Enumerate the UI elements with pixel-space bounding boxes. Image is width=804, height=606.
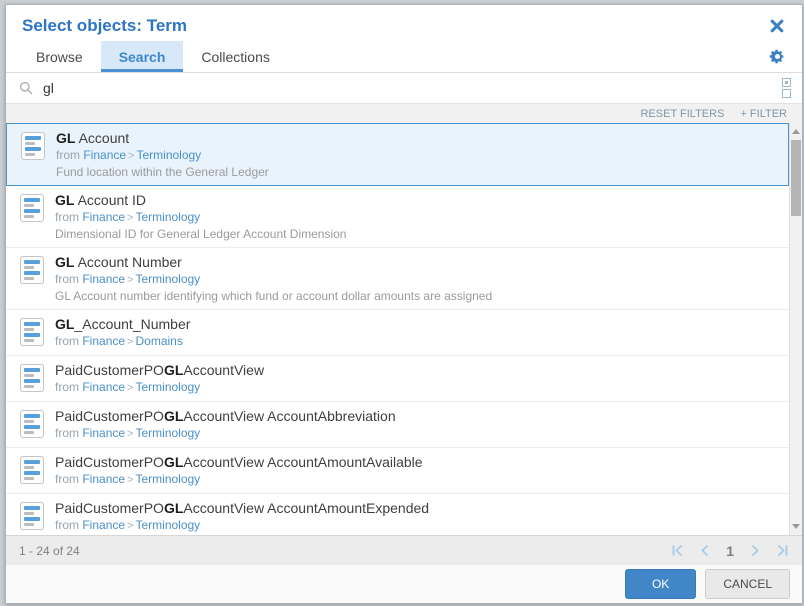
last-page-button[interactable] xyxy=(777,544,789,557)
pagination-range: 1 - 24 of 24 xyxy=(19,544,80,558)
close-button[interactable] xyxy=(768,17,786,35)
term-icon xyxy=(20,502,44,530)
dialog-header: Select objects: Term xyxy=(6,5,802,41)
term-icon xyxy=(20,194,44,222)
pagination-bar: 1 - 24 of 24 1 xyxy=(6,535,802,565)
term-icon xyxy=(21,132,45,160)
search-input[interactable] xyxy=(41,79,782,97)
result-title: PaidCustomerPOGLAccountView AccountAmoun… xyxy=(55,454,423,471)
result-row[interactable]: PaidCustomerPOGLAccountView AccountAmoun… xyxy=(6,448,789,494)
cancel-button[interactable]: CANCEL xyxy=(705,569,790,599)
breadcrumb-child-link[interactable]: Terminology xyxy=(135,210,200,224)
scrollbar-thumb[interactable] xyxy=(791,140,801,216)
option-square-filled xyxy=(782,78,791,87)
prev-page-icon xyxy=(700,544,709,557)
next-page-button[interactable] xyxy=(751,544,760,557)
result-row[interactable]: GL Account ID from Finance>Terminology D… xyxy=(6,186,789,248)
result-title: GL_Account_Number xyxy=(55,316,190,333)
result-description: Dimensional ID for General Ledger Accoun… xyxy=(55,226,346,242)
result-row[interactable]: PaidCustomerPOGLAccountView AccountAmoun… xyxy=(6,494,789,535)
current-page-number: 1 xyxy=(726,543,734,559)
results-list: GL Account from Finance>Terminology Fund… xyxy=(6,123,802,535)
result-description: Fund location within the General Ledger xyxy=(56,164,269,180)
breadcrumb-parent-link[interactable]: Finance xyxy=(82,472,125,486)
last-page-icon xyxy=(777,544,789,557)
term-icon xyxy=(20,410,44,438)
result-row[interactable]: PaidCustomerPOGLAccountView from Finance… xyxy=(6,356,789,402)
scroll-up-icon[interactable] xyxy=(792,129,800,134)
breadcrumb-child-link[interactable]: Terminology xyxy=(135,472,200,486)
term-icon xyxy=(20,318,44,346)
result-row[interactable]: GL_Account_Number from Finance>Domains xyxy=(6,310,789,356)
close-icon xyxy=(770,19,784,33)
result-breadcrumb: from Finance>Terminology xyxy=(56,147,269,164)
result-breadcrumb: from Finance>Terminology xyxy=(55,271,492,288)
term-icon xyxy=(20,364,44,392)
scrollbar[interactable] xyxy=(789,123,802,535)
select-objects-dialog: Select objects: Term Browse Search Colle… xyxy=(5,4,803,604)
breadcrumb-parent-link[interactable]: Finance xyxy=(82,426,125,440)
result-description: GL Account number identifying which fund… xyxy=(55,288,492,304)
search-bar xyxy=(6,73,802,104)
breadcrumb-child-link[interactable]: Terminology xyxy=(135,518,200,532)
result-breadcrumb: from Finance>Terminology xyxy=(55,517,429,534)
scroll-down-icon[interactable] xyxy=(792,524,800,529)
results-rows: GL Account from Finance>Terminology Fund… xyxy=(6,123,789,535)
reset-filters-button[interactable]: RESET FILTERS xyxy=(640,108,724,120)
result-title: GL Account xyxy=(56,130,269,147)
tab-browse[interactable]: Browse xyxy=(18,41,101,72)
dialog-title: Select objects: Term xyxy=(22,16,187,36)
breadcrumb-child-link[interactable]: Terminology xyxy=(136,148,201,162)
filter-bar: RESET FILTERS + FILTER xyxy=(6,104,802,123)
search-options-icon[interactable] xyxy=(782,78,791,98)
tab-collections[interactable]: Collections xyxy=(183,41,287,72)
breadcrumb-parent-link[interactable]: Finance xyxy=(82,210,125,224)
tab-search[interactable]: Search xyxy=(101,41,184,72)
result-breadcrumb: from Finance>Terminology xyxy=(55,471,423,488)
result-title: PaidCustomerPOGLAccountView AccountAbbre… xyxy=(55,408,396,425)
dialog-footer: OK CANCEL xyxy=(6,565,802,603)
breadcrumb-parent-link[interactable]: Finance xyxy=(82,334,125,348)
result-row[interactable]: GL Account from Finance>Terminology Fund… xyxy=(6,123,789,186)
term-icon xyxy=(20,256,44,284)
first-page-button[interactable] xyxy=(671,544,683,557)
result-breadcrumb: from Finance>Terminology xyxy=(55,425,396,442)
search-icon xyxy=(19,81,33,95)
add-filter-button[interactable]: + FILTER xyxy=(740,108,787,120)
result-title: PaidCustomerPOGLAccountView xyxy=(55,362,264,379)
breadcrumb-child-link[interactable]: Terminology xyxy=(135,272,200,286)
breadcrumb-child-link[interactable]: Terminology xyxy=(135,426,200,440)
result-title: GL Account Number xyxy=(55,254,492,271)
first-page-icon xyxy=(671,544,683,557)
breadcrumb-parent-link[interactable]: Finance xyxy=(83,148,126,162)
tab-bar: Browse Search Collections xyxy=(6,41,802,73)
gear-icon xyxy=(769,48,786,65)
breadcrumb-parent-link[interactable]: Finance xyxy=(82,380,125,394)
result-row[interactable]: GL Account Number from Finance>Terminolo… xyxy=(6,248,789,310)
term-icon xyxy=(20,456,44,484)
settings-button[interactable] xyxy=(769,48,790,65)
option-square-empty xyxy=(782,89,791,98)
breadcrumb-child-link[interactable]: Domains xyxy=(135,334,182,348)
result-title: PaidCustomerPOGLAccountView AccountAmoun… xyxy=(55,500,429,517)
next-page-icon xyxy=(751,544,760,557)
result-title: GL Account ID xyxy=(55,192,346,209)
result-row[interactable]: PaidCustomerPOGLAccountView AccountAbbre… xyxy=(6,402,789,448)
result-breadcrumb: from Finance>Terminology xyxy=(55,209,346,226)
result-breadcrumb: from Finance>Terminology xyxy=(55,379,264,396)
ok-button[interactable]: OK xyxy=(625,569,696,599)
breadcrumb-parent-link[interactable]: Finance xyxy=(82,272,125,286)
breadcrumb-parent-link[interactable]: Finance xyxy=(82,518,125,532)
breadcrumb-child-link[interactable]: Terminology xyxy=(135,380,200,394)
result-breadcrumb: from Finance>Domains xyxy=(55,333,190,350)
prev-page-button[interactable] xyxy=(700,544,709,557)
